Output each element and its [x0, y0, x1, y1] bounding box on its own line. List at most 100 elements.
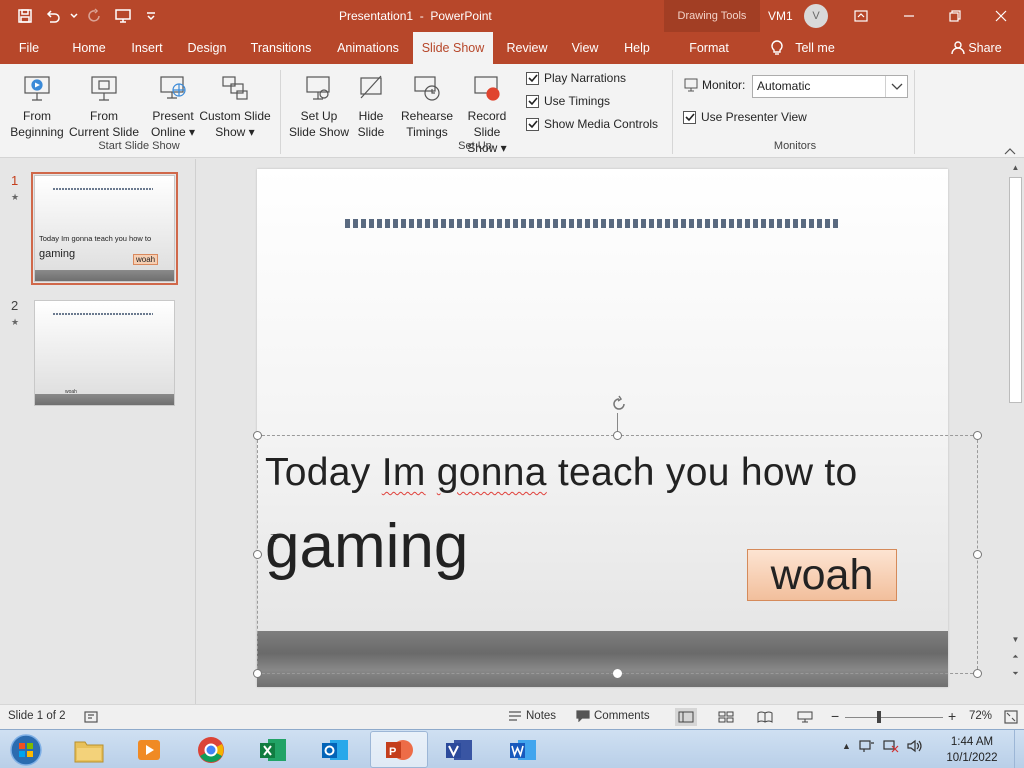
slide-sorter-icon[interactable] [715, 708, 737, 726]
rotate-handle-icon[interactable] [608, 393, 630, 415]
zoom-out-button[interactable]: − [831, 708, 839, 724]
tab-insert[interactable]: Insert [124, 32, 170, 64]
resize-handle-top[interactable] [613, 431, 622, 440]
slide-editing-canvas[interactable]: Today Im gonna teach you how to gaming w… [197, 159, 1007, 704]
undo-icon[interactable] [42, 6, 64, 26]
show-desktop-button[interactable] [1014, 730, 1024, 768]
thumbnail-number: 1 [11, 173, 19, 188]
rehearse-timings-button[interactable]: Rehearse Timings [400, 68, 454, 140]
thumbnail-title-decoration [53, 313, 153, 315]
taskbar-clock[interactable]: 1:44 AM 10/1/2022 [944, 734, 1000, 766]
set-up-slide-show-button[interactable]: Set Up Slide Show [286, 68, 352, 140]
avatar[interactable]: V [804, 4, 828, 28]
tab-home[interactable]: Home [66, 32, 112, 64]
monitor-label: Monitor: [684, 78, 745, 92]
checkbox-checked-icon [683, 110, 696, 124]
scroll-down-icon[interactable]: ▼ [1009, 633, 1022, 646]
collapse-ribbon-icon[interactable] [1004, 144, 1016, 155]
show-media-controls-checkbox[interactable]: Show Media Controls [526, 117, 658, 131]
chevron-down-icon[interactable] [885, 76, 907, 97]
resize-handle-bottom-left[interactable] [253, 669, 262, 678]
tell-me-search[interactable]: Tell me [790, 32, 840, 64]
show-hidden-icons-icon[interactable]: ▲ [842, 741, 851, 751]
zoom-slider-thumb[interactable] [877, 711, 881, 723]
file-explorer-icon[interactable] [60, 731, 118, 768]
volume-icon[interactable] [907, 739, 923, 753]
outlook-icon[interactable] [306, 731, 364, 768]
share-icon[interactable] [948, 32, 968, 64]
undo-dropdown-icon[interactable] [70, 6, 78, 26]
tab-design[interactable]: Design [182, 32, 232, 64]
vertical-scrollbar[interactable]: ▲ ▼ ⏶ ⏷ [1007, 159, 1024, 704]
lightbulb-icon[interactable] [766, 32, 788, 64]
normal-view-icon[interactable] [675, 708, 697, 726]
fit-slide-icon[interactable] [1004, 710, 1018, 724]
start-from-beginning-icon[interactable] [112, 6, 134, 26]
minimize-icon[interactable] [886, 0, 932, 32]
hide-slide-button[interactable]: Hide Slide [352, 68, 390, 140]
tab-view[interactable]: View [564, 32, 606, 64]
drawing-tools-label: Drawing Tools [664, 0, 760, 32]
scroll-up-icon[interactable]: ▲ [1009, 161, 1022, 174]
close-icon[interactable] [978, 0, 1024, 32]
tab-review[interactable]: Review [502, 32, 552, 64]
zoom-in-button[interactable]: + [948, 708, 956, 724]
monitor-icon [684, 78, 698, 92]
group-divider [672, 70, 673, 154]
media-player-icon[interactable] [120, 731, 178, 768]
resize-handle-top-left[interactable] [253, 431, 262, 440]
resize-handle-top-right[interactable] [973, 431, 982, 440]
custom-slide-show-button[interactable]: Custom Slide Show ▾ [198, 68, 272, 140]
present-online-button[interactable]: Present Online ▾ [146, 68, 200, 140]
ribbon-display-options-icon[interactable] [838, 0, 884, 32]
tab-file[interactable]: File [12, 32, 46, 64]
from-current-slide-button[interactable]: From Current Slide [68, 68, 140, 140]
action-center-icon[interactable] [859, 739, 875, 753]
customize-qat-icon[interactable] [140, 6, 162, 26]
previous-slide-icon[interactable]: ⏶ [1009, 650, 1022, 663]
chrome-icon[interactable] [182, 731, 240, 768]
reading-view-icon[interactable] [754, 708, 776, 726]
resize-handle-bottom[interactable] [613, 669, 622, 678]
system-tray: ▲ [842, 739, 923, 753]
slide-thumbnail-2[interactable]: woah [34, 300, 175, 406]
notes-button[interactable]: Notes [508, 710, 556, 722]
text-box-selection-frame[interactable] [257, 435, 978, 674]
save-icon[interactable] [14, 6, 36, 26]
rehearse-timings-icon [400, 68, 454, 104]
svg-text:P: P [389, 746, 396, 758]
visio-icon[interactable] [430, 731, 488, 768]
share-button[interactable]: Share [968, 32, 1002, 64]
slide-show-view-icon[interactable] [794, 708, 816, 726]
user-name[interactable]: VM1 [768, 9, 793, 23]
monitor-dropdown[interactable]: Automatic [752, 75, 908, 98]
play-narrations-checkbox[interactable]: Play Narrations [526, 71, 626, 85]
present-online-icon [146, 68, 200, 104]
tab-transitions[interactable]: Transitions [244, 32, 318, 64]
word-icon[interactable] [494, 731, 552, 768]
zoom-slider[interactable] [845, 717, 943, 718]
tab-animations[interactable]: Animations [330, 32, 406, 64]
comments-button[interactable]: Comments [576, 710, 650, 722]
tab-slide-show[interactable]: Slide Show [413, 32, 493, 64]
tab-help[interactable]: Help [618, 32, 656, 64]
restore-icon[interactable] [932, 0, 978, 32]
resize-handle-left[interactable] [253, 550, 262, 559]
from-beginning-button[interactable]: From Beginning [6, 68, 68, 140]
scrollbar-thumb[interactable] [1009, 177, 1022, 403]
network-icon[interactable] [883, 739, 899, 753]
windows-start-icon[interactable] [6, 733, 46, 767]
next-slide-icon[interactable]: ⏷ [1009, 667, 1022, 680]
use-presenter-view-checkbox[interactable]: Use Presenter View [683, 110, 807, 124]
accessibility-icon[interactable] [84, 710, 98, 724]
redo-icon[interactable] [84, 6, 106, 26]
comment-icon [576, 710, 590, 722]
resize-handle-bottom-right[interactable] [973, 669, 982, 678]
excel-icon[interactable] [244, 731, 302, 768]
slide-thumbnail-1[interactable]: Today Im gonna teach you how to gaming w… [31, 172, 178, 285]
use-timings-checkbox[interactable]: Use Timings [526, 94, 610, 108]
powerpoint-icon[interactable]: P [370, 731, 428, 768]
resize-handle-right[interactable] [973, 550, 982, 559]
zoom-level[interactable]: 72% [969, 710, 992, 722]
tab-format[interactable]: Format [670, 32, 748, 64]
